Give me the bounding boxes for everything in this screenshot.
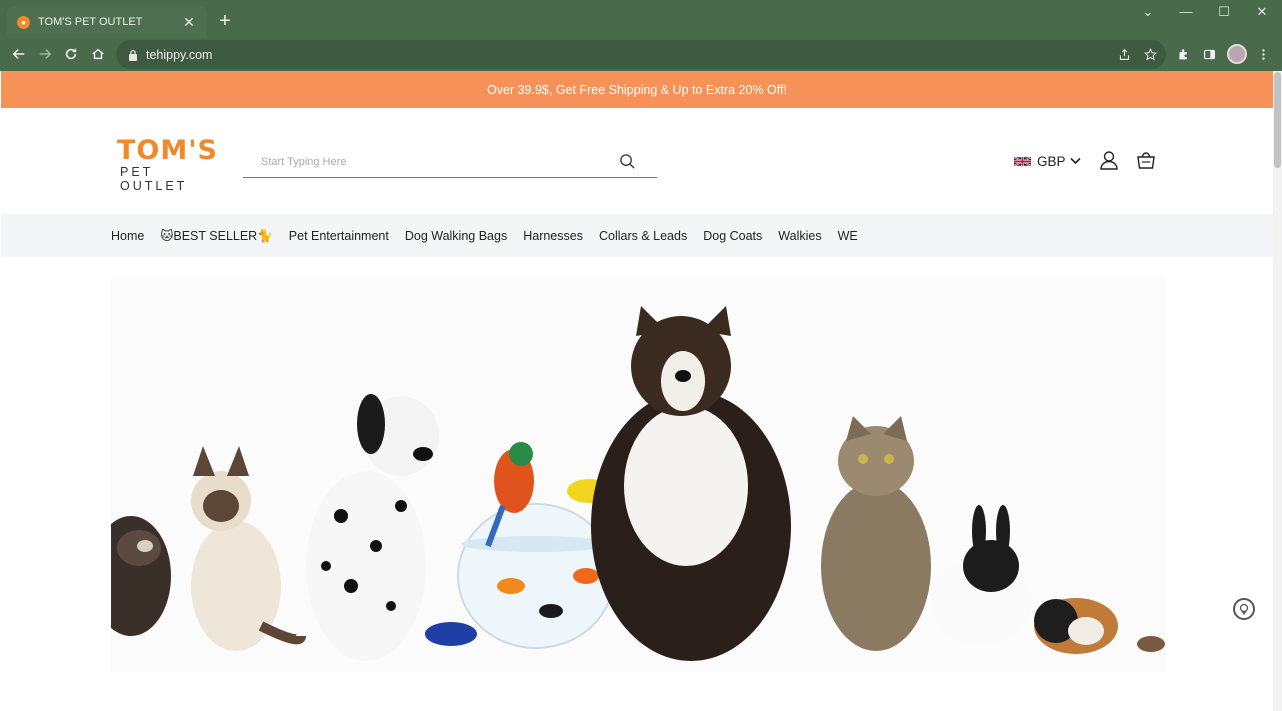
- forward-button[interactable]: [34, 43, 56, 65]
- search-icon[interactable]: [619, 153, 636, 170]
- main-navigation: Home 🐱BEST SELLER🐈 Pet Entertainment Dog…: [1, 214, 1273, 257]
- reload-button[interactable]: [60, 43, 82, 65]
- tabby-cat-figure: [821, 416, 931, 651]
- dalmatian-figure: [306, 394, 439, 661]
- tab-title: TOM'S PET OUTLET: [38, 16, 143, 28]
- siamese-cat-figure: [191, 446, 306, 651]
- nav-item-we[interactable]: WE: [838, 229, 858, 243]
- new-tab-button[interactable]: +: [214, 11, 236, 33]
- promo-text: Over 39.9$, Get Free Shipping & Up to Ex…: [487, 82, 787, 97]
- browser-toolbar: tehippy.com: [0, 38, 1282, 71]
- url-text: tehippy.com: [146, 47, 213, 62]
- address-bar[interactable]: tehippy.com: [116, 40, 1166, 69]
- minimize-button[interactable]: —: [1167, 4, 1205, 24]
- chat-widget-button[interactable]: [1233, 598, 1255, 620]
- promo-banner: Over 39.9$, Get Free Shipping & Up to Ex…: [1, 71, 1273, 108]
- uk-flag-icon: [1014, 155, 1031, 167]
- extensions-button[interactable]: [1173, 44, 1193, 64]
- side-panel-button[interactable]: [1199, 44, 1219, 64]
- browser-tab[interactable]: ● TOM'S PET OUTLET ✕: [7, 6, 207, 38]
- nav-item-harnesses[interactable]: Harnesses: [523, 229, 583, 243]
- home-icon: [92, 48, 104, 60]
- site-header: TOM'S PET OUTLET GBP: [1, 108, 1273, 214]
- back-button[interactable]: [8, 43, 30, 65]
- home-button[interactable]: [87, 43, 109, 65]
- tab-close-icon[interactable]: ✕: [181, 14, 197, 31]
- nav-item-dog-coats[interactable]: Dog Coats: [703, 229, 762, 243]
- lock-icon: [129, 49, 137, 61]
- star-icon: [1143, 47, 1157, 60]
- nav-item-home[interactable]: Home: [111, 229, 144, 243]
- rabbit-figure: [931, 505, 1031, 646]
- ferret-figure: [111, 516, 171, 636]
- fishbowl-figure: [457, 503, 615, 649]
- kebab-menu-icon: [1261, 48, 1265, 60]
- nav-item-best-seller[interactable]: 🐱BEST SELLER🐈: [160, 228, 272, 244]
- user-icon[interactable]: [1098, 149, 1120, 171]
- collie-figure: [591, 306, 791, 661]
- site-logo[interactable]: TOM'S PET OUTLET: [117, 135, 223, 194]
- reload-icon: [65, 48, 77, 60]
- puzzle-icon: [1178, 48, 1187, 59]
- chat-icon: [1239, 603, 1249, 615]
- scrollbar-thumb[interactable]: [1274, 72, 1281, 168]
- cart-icon[interactable]: [1135, 149, 1157, 171]
- browser-menu-button[interactable]: [1253, 44, 1273, 64]
- logo-wordmark: TOM'S: [117, 135, 218, 166]
- logo-tagline: PET OUTLET: [120, 165, 188, 193]
- search-bar: [243, 148, 657, 178]
- maximize-button[interactable]: ☐: [1205, 4, 1243, 24]
- browser-chrome: ● TOM'S PET OUTLET ✕ + ⌄ — ☐ ✕ tehippy.c…: [0, 0, 1282, 71]
- tab-strip: ● TOM'S PET OUTLET ✕ + ⌄ — ☐ ✕: [0, 0, 1282, 38]
- paw-favicon-icon: ●: [17, 15, 30, 29]
- guinea-pig-figure: [1034, 598, 1118, 654]
- bookmark-button[interactable]: [1140, 44, 1160, 64]
- currency-label: GBP: [1037, 153, 1066, 169]
- close-window-button[interactable]: ✕: [1243, 4, 1281, 24]
- profile-avatar[interactable]: [1227, 44, 1247, 64]
- nav-item-collars-leads[interactable]: Collars & Leads: [599, 229, 687, 243]
- side-panel-icon: [1203, 49, 1215, 59]
- mouse-figure: [1137, 636, 1165, 652]
- nav-item-walkies[interactable]: Walkies: [778, 229, 821, 243]
- tab-search-chevron-icon[interactable]: ⌄: [1129, 4, 1167, 24]
- hero-banner-pets-image[interactable]: [111, 276, 1165, 672]
- share-button[interactable]: [1114, 44, 1134, 64]
- webpage: Over 39.9$, Get Free Shipping & Up to Ex…: [1, 71, 1273, 711]
- share-icon: [1119, 48, 1129, 60]
- search-input[interactable]: [261, 152, 611, 172]
- arrow-right-icon: [39, 49, 52, 59]
- chevron-down-icon: [1069, 157, 1081, 165]
- nav-item-pet-entertainment[interactable]: Pet Entertainment: [289, 229, 389, 243]
- currency-selector[interactable]: GBP: [1014, 151, 1081, 171]
- arrow-left-icon: [12, 49, 25, 59]
- nav-item-dog-walking-bags[interactable]: Dog Walking Bags: [405, 229, 507, 243]
- pets-illustration: [111, 306, 1165, 661]
- frog-figure: [425, 622, 477, 646]
- page-scrollbar[interactable]: [1273, 71, 1282, 711]
